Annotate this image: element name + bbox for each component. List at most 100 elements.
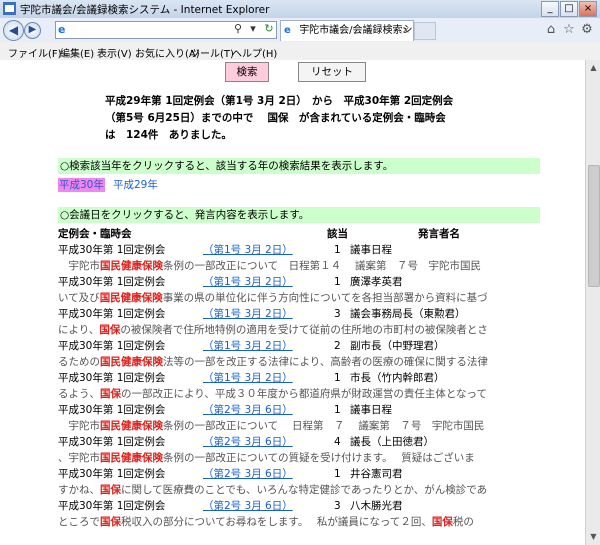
menu-edit[interactable]: 編集(E) bbox=[60, 45, 94, 60]
summary-line: （第5号 6月25日）までの中で 国保 が含まれている定例会・臨時会 bbox=[105, 112, 446, 124]
scroll-down-icon[interactable]: ▼ bbox=[588, 531, 599, 543]
meeting-date-link[interactable]: （第1号 3月 2日） bbox=[203, 306, 293, 322]
session-name: 平成30年第 1回定例会 bbox=[58, 276, 166, 288]
menu-help[interactable]: ヘルプ(H) bbox=[232, 45, 277, 60]
match-count: 1 bbox=[334, 372, 341, 384]
excerpt-segment: いて及び bbox=[58, 292, 100, 304]
year-link-h30[interactable]: 平成30年 bbox=[58, 178, 105, 192]
table-row: 平成30年第 1回定例会 （第2号 3月 6日） 1 議事日程 bbox=[58, 402, 392, 418]
keyword-highlight: 国民健康保険 bbox=[100, 356, 163, 368]
session-name: 平成30年第 1回定例会 bbox=[58, 340, 166, 352]
meeting-date-link[interactable]: （第1号 3月 2日） bbox=[203, 338, 293, 354]
excerpt-text: 宇陀市国民健康保険条例の一部改正について 日程第１４ 議案第 ７号 宇陀市国民 bbox=[58, 258, 578, 274]
favorites-star-icon[interactable]: ☆ bbox=[561, 22, 577, 38]
keyword-highlight: 国保 bbox=[100, 484, 121, 496]
excerpt-text: により、国保の被保険者で住所地特例の適用を受けて従前の住所地の市町村の被保険者と… bbox=[58, 322, 578, 338]
keyword-highlight: 国保 bbox=[100, 388, 121, 400]
meeting-date-link[interactable]: （第2号 3月 6日） bbox=[203, 402, 293, 418]
match-count: 4 bbox=[334, 436, 341, 448]
minimize-button[interactable]: _ bbox=[541, 1, 559, 17]
ie-page-icon: e bbox=[58, 23, 66, 36]
excerpt-text: すかね、国保に関して医療費のことでも、いろんな特定健診であったりとか、がん検診で… bbox=[58, 482, 578, 498]
address-bar: ◀ ▶ e ⚲ ▾ ↻ e 宇陀市議会/会議録検索シ... × ⌂ ☆ ⚙ bbox=[0, 18, 600, 43]
tab-title: 宇陀市議会/会議録検索シ... bbox=[299, 25, 414, 36]
excerpt-text: 、宇陀市国民健康保険条例の一部改正についての質疑を受け付けます。 質疑はございま bbox=[58, 450, 578, 466]
meeting-date-link[interactable]: （第1号 3月 2日） bbox=[203, 242, 293, 258]
excerpt-text: ところで国保税収入の部分についてお尋ねをします。 私が議員になって２回、国保税の bbox=[58, 514, 578, 530]
reset-button[interactable]: リセット bbox=[298, 62, 366, 82]
table-row: 平成30年第 1回定例会 （第2号 3月 6日） 3 八木勝光君 bbox=[58, 498, 403, 514]
tab-close-icon[interactable]: × bbox=[402, 21, 410, 41]
excerpt-segment: 法等の一部を改正する法律により、高齢者の医療の確保に関する法律 bbox=[163, 356, 488, 368]
window-title: 宇陀市議会/会議録検索システム - Internet Explorer bbox=[20, 4, 270, 16]
new-tab-button[interactable] bbox=[414, 22, 436, 40]
tab-active[interactable]: e 宇陀市議会/会議録検索シ... × bbox=[280, 20, 414, 41]
excerpt-segment: るよう、 bbox=[58, 388, 100, 400]
year-hint: ○検索該当年をクリックすると、該当する年の検索結果を表示します。 bbox=[58, 158, 540, 174]
home-icon[interactable]: ⌂ bbox=[543, 22, 559, 38]
restore-button[interactable]: □ bbox=[560, 1, 578, 17]
session-name: 平成30年第 1回定例会 bbox=[58, 404, 166, 416]
window-titlebar: 宇陀市議会/会議録検索システム - Internet Explorer _ □ … bbox=[0, 0, 600, 19]
year-link-h29[interactable]: 平成29年 bbox=[113, 178, 158, 192]
match-count: 1 bbox=[334, 468, 341, 480]
app-icon bbox=[3, 2, 16, 15]
excerpt-segment: 事業の県の単位化に伴う方向性についてを各担当部署から資料に基づ bbox=[162, 292, 488, 304]
table-row: 平成30年第 1回定例会 （第1号 3月 2日） 1 議事日程 bbox=[58, 242, 392, 258]
column-header-speaker: 発言者名 bbox=[418, 228, 460, 240]
excerpt-segment: 条例の一部改正について 日程第１４ 議案第 ７号 宇陀市国民 bbox=[163, 260, 482, 272]
vertical-scrollbar[interactable]: ▲ ▼ bbox=[585, 60, 600, 545]
table-row: 平成30年第 1回定例会 （第1号 3月 2日） 1 市長（竹内幹郎君） bbox=[58, 370, 445, 386]
match-count: 2 bbox=[334, 340, 341, 352]
search-icon[interactable]: ⚲ bbox=[231, 22, 245, 36]
column-header-match: 該当 bbox=[327, 228, 348, 240]
meeting-date-link[interactable]: （第1号 3月 2日） bbox=[203, 274, 293, 290]
session-name: 平成30年第 1回定例会 bbox=[58, 308, 166, 320]
dropdown-icon[interactable]: ▾ bbox=[246, 22, 260, 36]
speaker-name: 廣澤孝英君 bbox=[350, 276, 403, 288]
excerpt-text: るよう、国保の一部改正により、平成３０年度から都道府県が財政運営の責任主体となっ… bbox=[58, 386, 578, 402]
keyword-highlight: 国保 bbox=[99, 324, 121, 336]
gear-icon[interactable]: ⚙ bbox=[579, 22, 595, 38]
speaker-name: 八木勝光君 bbox=[350, 500, 403, 512]
meeting-date-link[interactable]: （第2号 3月 6日） bbox=[203, 434, 293, 450]
close-button[interactable]: × bbox=[579, 1, 597, 17]
excerpt-segment: の被保険者で住所地特例の適用を受けて従前の住所地の市町村の被保険者とさ bbox=[120, 324, 488, 336]
menu-file[interactable]: ファイル(F) bbox=[8, 45, 62, 60]
session-name: 平成30年第 1回定例会 bbox=[58, 500, 166, 512]
meeting-date-link[interactable]: （第2号 3月 6日） bbox=[203, 498, 293, 514]
refresh-icon[interactable]: ↻ bbox=[262, 22, 276, 36]
tab-page-icon: e bbox=[284, 25, 291, 36]
speaker-name: 議事日程 bbox=[350, 404, 392, 416]
excerpt-segment: 、宇陀市 bbox=[58, 452, 100, 464]
meeting-date-link[interactable]: （第1号 3月 2日） bbox=[203, 370, 293, 386]
table-row: 平成30年第 1回定例会 （第1号 3月 2日） 2 副市長（中野理君） bbox=[58, 338, 445, 354]
session-name: 平成30年第 1回定例会 bbox=[58, 244, 166, 256]
keyword-highlight: 国民健康保険 bbox=[100, 420, 163, 432]
match-count: 3 bbox=[334, 308, 341, 320]
speaker-name: 副市長（中野理君） bbox=[350, 340, 445, 352]
scroll-up-icon[interactable]: ▲ bbox=[588, 62, 599, 74]
column-header-session: 定例会・臨時会 bbox=[58, 228, 132, 240]
menu-tools[interactable]: ツール(T) bbox=[190, 45, 234, 60]
excerpt-segment: すかね、 bbox=[58, 484, 100, 496]
search-button[interactable]: 検索 bbox=[225, 62, 269, 82]
table-row: 平成30年第 1回定例会 （第1号 3月 2日） 3 議会事務局長（東勲君） bbox=[58, 306, 466, 322]
match-count: 1 bbox=[334, 276, 341, 288]
back-button[interactable]: ◀ bbox=[3, 20, 24, 41]
keyword-highlight: 国民健康保険 bbox=[100, 260, 163, 272]
keyword-highlight: 国保 bbox=[100, 516, 121, 528]
scrollbar-thumb[interactable] bbox=[588, 165, 600, 287]
excerpt-segment: 税収入の部分についてお尋ねをします。 私が議員になって２回、 bbox=[121, 516, 432, 528]
excerpt-segment: に関して医療費のことでも、いろんな特定健診であったりとか、がん検診であ bbox=[121, 484, 488, 496]
summary-line: は 124件 ありました。 bbox=[105, 129, 232, 141]
page-viewport: 検索 リセット 平成29年第 1回定例会（第1号 3月 2日） から 平成30年… bbox=[0, 60, 585, 545]
menu-view[interactable]: 表示(V) bbox=[97, 45, 132, 60]
forward-button[interactable]: ▶ bbox=[24, 22, 41, 39]
meeting-date-link[interactable]: （第2号 3月 6日） bbox=[203, 466, 293, 482]
excerpt-segment: 宇陀市 bbox=[58, 260, 100, 272]
excerpt-segment: 税の bbox=[452, 516, 474, 528]
excerpt-segment: ところで bbox=[58, 516, 100, 528]
speaker-name: 井谷憲司君 bbox=[350, 468, 403, 480]
session-name: 平成30年第 1回定例会 bbox=[58, 436, 166, 448]
